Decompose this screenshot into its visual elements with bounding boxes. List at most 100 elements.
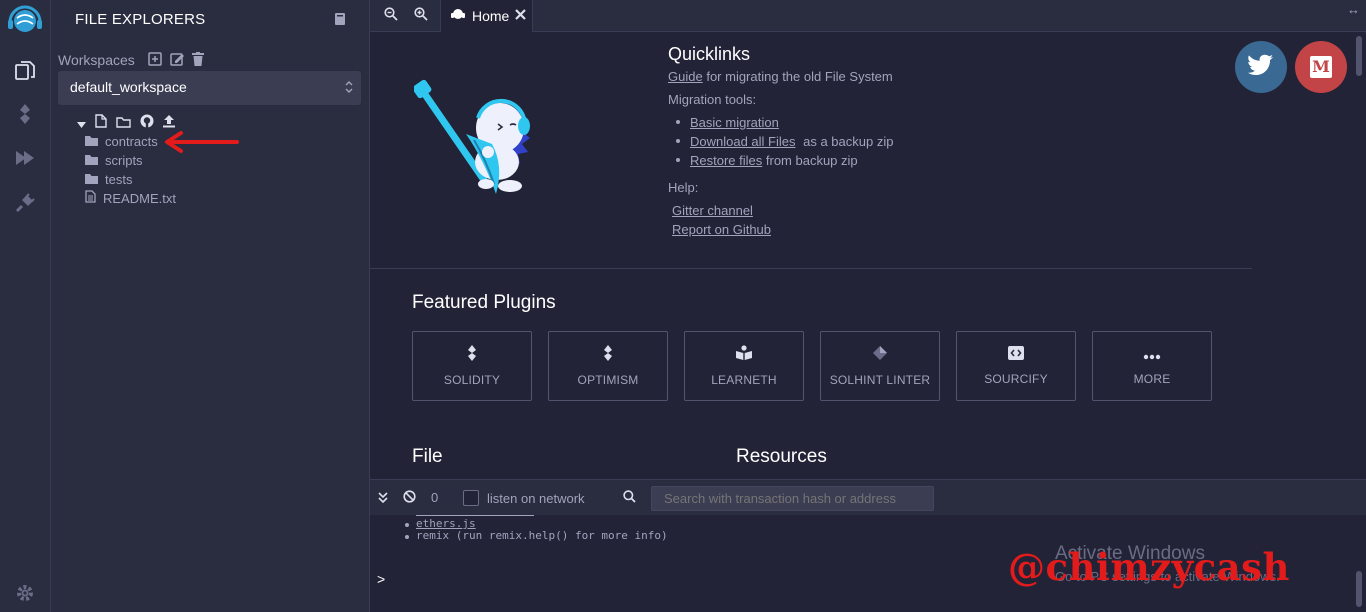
medium-button[interactable]: M: [1295, 41, 1347, 93]
file-tree-toolbar: [77, 114, 175, 133]
resources-section-title: Resources: [736, 446, 827, 467]
tree-folder-scripts[interactable]: scripts: [85, 151, 143, 169]
zoom-out-icon[interactable]: [384, 7, 398, 26]
optimism-icon: [601, 345, 615, 366]
tree-item-label: tests: [105, 171, 133, 187]
tree-folder-contracts[interactable]: contracts: [85, 132, 158, 150]
basic-migration-link[interactable]: Basic migration: [690, 115, 779, 130]
tree-item-label: scripts: [105, 152, 143, 168]
select-caret-icon: [345, 80, 353, 99]
plugin-card-learneth[interactable]: LEARNETH: [684, 331, 804, 401]
migration-item-rest: from backup zip: [765, 153, 858, 168]
plugin-label: MORE: [1133, 371, 1171, 386]
remix-mascot-image: [412, 68, 554, 207]
zoom-in-icon[interactable]: [414, 7, 428, 26]
file-text-icon: [85, 190, 96, 206]
search-icon: [623, 490, 636, 508]
expand-panel-icon[interactable]: ↔: [1347, 2, 1360, 17]
folder-icon: [85, 134, 98, 149]
restore-files-link[interactable]: Restore files: [690, 153, 762, 168]
plugin-label: LEARNETH: [711, 373, 777, 387]
output-rule: [416, 515, 534, 516]
rename-workspace-icon[interactable]: [170, 52, 184, 71]
watermark-text: @chimzycash: [1008, 545, 1290, 589]
download-all-files-link[interactable]: Download all Files: [690, 134, 796, 149]
delete-workspace-icon[interactable]: [192, 52, 204, 71]
tree-folder-tests[interactable]: tests: [85, 170, 132, 188]
plugin-card-sourcify[interactable]: SOURCIFY: [956, 331, 1076, 401]
migration-label: Migration tools:: [668, 92, 757, 107]
plugin-manager-icon[interactable]: [13, 191, 37, 215]
home-page: Quicklinks Guide for migrating the old F…: [370, 32, 1354, 478]
plugin-card-solidity[interactable]: SOLIDITY: [412, 331, 532, 401]
plugin-card-solhint[interactable]: SOLHINT LINTER: [820, 331, 940, 401]
migration-item: Restore files from backup zip: [690, 153, 858, 168]
migration-item: Download all Files as a backup zip: [690, 134, 893, 149]
terminal-output: ethers.js remix (run remix.help() for mo…: [370, 515, 1366, 612]
medium-icon: M: [1310, 56, 1332, 78]
collapse-terminal-icon[interactable]: [378, 491, 388, 509]
workspace-actions: [148, 52, 204, 71]
quicklinks-title: Quicklinks: [668, 44, 751, 64]
file-section-title: File: [412, 446, 443, 467]
twitter-icon: [1248, 54, 1274, 81]
tab-label: Home: [472, 8, 510, 24]
report-on-github-link[interactable]: Report on Github: [672, 222, 771, 237]
new-file-icon[interactable]: [95, 114, 107, 133]
workspace-selected-value: default_workspace: [70, 79, 187, 95]
tx-search-input[interactable]: [651, 486, 934, 511]
collapse-caret-icon[interactable]: [77, 115, 86, 133]
github-icon[interactable]: [140, 114, 154, 133]
create-workspace-icon[interactable]: [148, 52, 162, 71]
bullet: [676, 158, 680, 162]
close-icon[interactable]: [515, 7, 527, 25]
guide-link[interactable]: Guide: [668, 69, 703, 84]
bullet: [676, 139, 680, 143]
file-explorer-icon[interactable]: [13, 59, 37, 83]
solidity-compiler-icon[interactable]: [13, 102, 37, 126]
listen-network-label: listen on network: [487, 491, 585, 506]
plugin-card-optimism[interactable]: OPTIMISM: [548, 331, 668, 401]
bullet: [676, 120, 680, 124]
documentation-icon[interactable]: [334, 12, 346, 31]
learneth-icon: [735, 345, 753, 366]
folder-icon: [85, 153, 98, 168]
tree-item-label: README.txt: [103, 190, 176, 206]
workspace-select[interactable]: default_workspace: [58, 71, 361, 105]
terminal-prompt[interactable]: >: [377, 571, 385, 587]
twitter-button[interactable]: [1235, 41, 1287, 93]
tab-home[interactable]: Home: [440, 0, 533, 32]
sourcify-icon: [1008, 346, 1024, 365]
solidity-icon: [465, 345, 479, 366]
terminal-line: remix (run remix.help() for more info): [416, 529, 668, 542]
annotation-arrow: [163, 131, 239, 162]
settings-gear-icon[interactable]: [13, 581, 37, 605]
home-scrollbar[interactable]: [1356, 36, 1362, 76]
gitter-channel-link[interactable]: Gitter channel: [672, 203, 753, 218]
plugin-card-more[interactable]: MORE: [1092, 331, 1212, 401]
new-folder-icon[interactable]: [116, 115, 131, 133]
remix-logo[interactable]: [5, 4, 45, 38]
terminal-scrollbar[interactable]: [1356, 571, 1362, 607]
help-item: Report on Github: [672, 222, 771, 237]
plugin-label: SOLHINT LINTER: [829, 373, 931, 387]
main-area: Home ↔ Quicklinks Guide for migrating th…: [370, 0, 1366, 612]
icon-rail: [0, 0, 51, 612]
help-label: Help:: [668, 180, 699, 195]
tree-item-label: contracts: [105, 133, 158, 149]
help-item: Gitter channel: [672, 203, 753, 218]
clear-console-icon[interactable]: [403, 490, 416, 508]
section-divider: [370, 268, 1252, 269]
deploy-run-icon[interactable]: [13, 146, 37, 170]
plugin-label: SOLIDITY: [443, 373, 501, 387]
guide-line: Guide for migrating the old File System: [668, 69, 893, 84]
plugin-label: OPTIMISM: [577, 373, 639, 387]
solhint-icon: [872, 345, 888, 366]
bullet: [405, 535, 409, 539]
migration-item: Basic migration: [690, 115, 779, 130]
listen-network-checkbox[interactable]: [463, 490, 479, 506]
migration-item-rest: as a backup zip: [803, 134, 894, 149]
workspaces-label: Workspaces: [58, 52, 135, 68]
tree-file-readme[interactable]: README.txt: [85, 189, 176, 207]
file-explorer-panel: FILE EXPLORERS Workspaces default_worksp…: [51, 0, 370, 612]
